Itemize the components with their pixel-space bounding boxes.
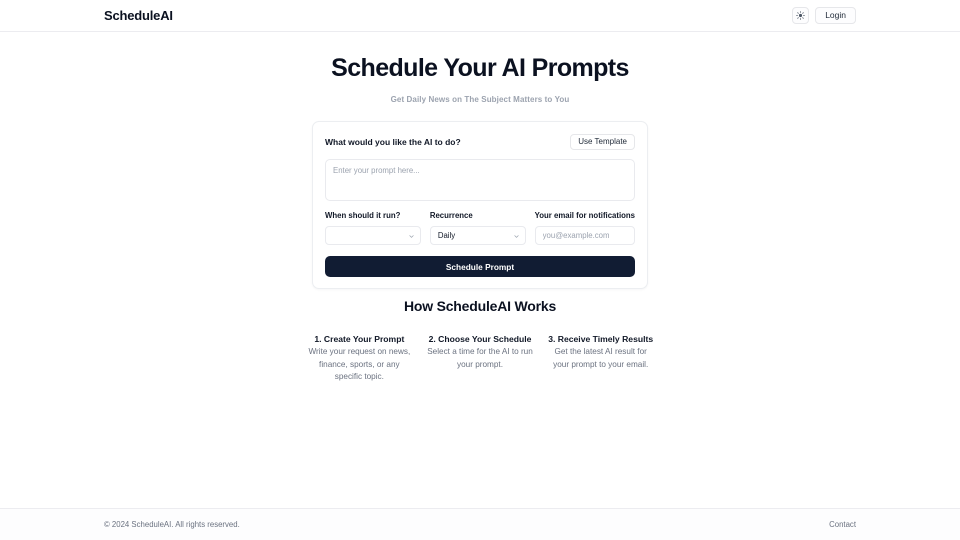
step-description: Get the latest AI result for your prompt… [553, 347, 649, 369]
when-select-wrap [325, 226, 421, 245]
recurrence-select-wrap: Daily [429, 226, 526, 245]
page-subtitle: Get Daily News on The Subject Matters to… [390, 95, 570, 104]
schedule-form-card: What would you like the AI to do? Use Te… [312, 121, 648, 289]
step-item: 1. Create Your Prompt Write your request… [306, 333, 413, 383]
card-header: What would you like the AI to do? Use Te… [325, 134, 635, 150]
brand-logo[interactable]: ScheduleAI [104, 8, 173, 23]
how-it-works-section: How ScheduleAI Works 1. Create Your Prom… [0, 298, 960, 383]
step-title: 1. Create Your Prompt [314, 334, 405, 344]
recurrence-field: Recurrence Daily [429, 211, 526, 245]
hero-section: Schedule Your AI Prompts Get Daily News … [0, 32, 960, 104]
when-select[interactable] [325, 226, 421, 245]
prompt-textarea[interactable] [325, 159, 635, 201]
recurrence-label: Recurrence [429, 211, 473, 220]
step-description: Select a time for the AI to run your pro… [427, 347, 533, 369]
recurrence-select[interactable]: Daily [429, 226, 526, 245]
use-template-button[interactable]: Use Template [570, 134, 635, 150]
steps-list: 1. Create Your Prompt Write your request… [306, 333, 654, 383]
email-input[interactable] [534, 226, 636, 245]
login-button[interactable]: Login [815, 7, 856, 24]
how-it-works-heading: How ScheduleAI Works [403, 298, 557, 314]
top-navbar: ScheduleAI Login [0, 0, 960, 32]
contact-link[interactable]: Contact [829, 520, 856, 529]
step-title: 3. Receive Timely Results [548, 334, 654, 344]
sun-icon [796, 11, 805, 20]
step-item: 2. Choose Your Schedule Select a time fo… [427, 333, 534, 383]
email-field-group: Your email for notifications [534, 211, 636, 245]
step-description: Write your request on news, finance, spo… [308, 347, 411, 382]
schedule-fields-row: When should it run? Recurrence Daily You… [325, 211, 636, 245]
prompt-label: What would you like the AI to do? [325, 137, 461, 147]
copyright-text: © 2024 ScheduleAI. All rights reserved. [104, 520, 240, 529]
when-label: When should it run? [325, 211, 401, 220]
step-title: 2. Choose Your Schedule [428, 334, 532, 344]
page-title: Schedule Your AI Prompts [331, 54, 629, 82]
nav-actions: Login [792, 7, 856, 24]
when-field: When should it run? [325, 211, 421, 245]
page-footer: © 2024 ScheduleAI. All rights reserved. … [0, 508, 960, 540]
email-label: Your email for notifications [534, 211, 636, 220]
step-item: 3. Receive Timely Results Get the latest… [547, 333, 654, 383]
theme-toggle-button[interactable] [792, 7, 810, 24]
schedule-prompt-button[interactable]: Schedule Prompt [325, 256, 635, 277]
